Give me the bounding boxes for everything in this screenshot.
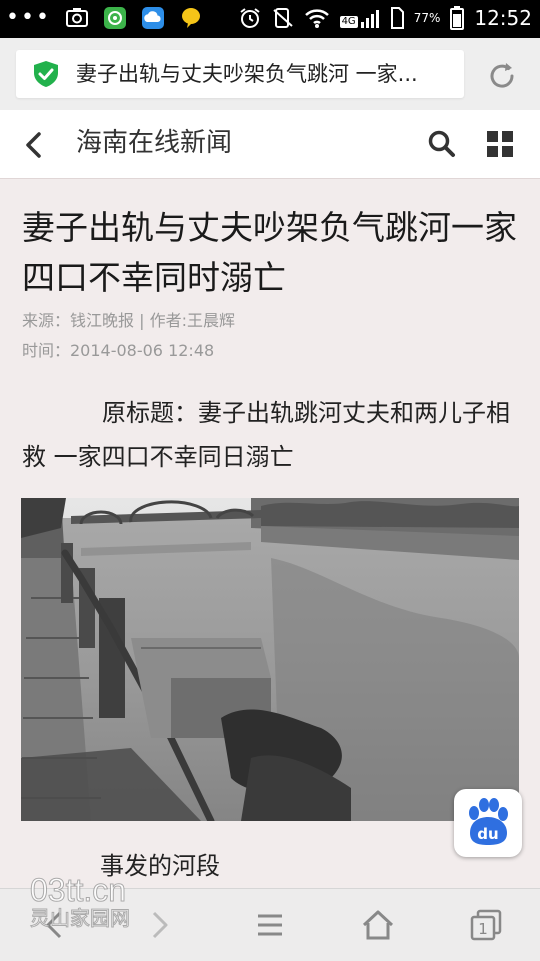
watermark-sitename: 灵山家园网 xyxy=(30,906,131,930)
site-header: 海南在线新闻 xyxy=(0,110,540,179)
cloud-app-icon xyxy=(141,7,164,29)
chat-bubble-icon xyxy=(181,8,200,28)
grid-menu-icon[interactable] xyxy=(486,130,514,158)
battery-percent: 77% xyxy=(413,11,441,25)
more-notifications-icon: ••• xyxy=(6,5,51,30)
baidu-floating-button[interactable]: du xyxy=(454,789,522,857)
svg-text:du: du xyxy=(477,825,498,843)
article-paragraph: 原标题：妻子出轨跳河丈夫和两儿子相救 一家四口不幸同日溺亡 xyxy=(22,399,510,471)
watermark: 03tt.cn 灵山家园网 xyxy=(30,872,131,930)
page-title-text: 妻子出轨与丈夫吵架负气跳河 一家... xyxy=(76,62,418,86)
status-bar: ••• 4G 77% 12:52 xyxy=(0,0,540,38)
nav-forward-icon[interactable] xyxy=(140,905,180,945)
battery-icon xyxy=(450,6,465,30)
app-notification-green-icon xyxy=(103,7,126,29)
address-field[interactable]: 妻子出轨与丈夫吵架负气跳河 一家... xyxy=(16,50,464,98)
wifi-icon xyxy=(304,9,329,28)
back-arrow-icon[interactable] xyxy=(20,130,50,160)
search-icon[interactable] xyxy=(426,128,458,160)
nav-home-icon[interactable] xyxy=(358,905,398,945)
alarm-icon xyxy=(239,8,260,28)
sim-card-icon xyxy=(390,7,404,29)
baidu-paw-icon: du xyxy=(469,798,508,845)
browser-url-bar: 妻子出轨与丈夫吵架负气跳河 一家... xyxy=(0,38,540,110)
reload-icon[interactable] xyxy=(484,58,520,94)
screenshot-icon xyxy=(65,8,88,27)
site-title: 海南在线新闻 xyxy=(76,128,233,158)
watermark-domain: 03tt.cn xyxy=(30,872,127,908)
nav-tabs-button[interactable]: 1 xyxy=(466,905,506,945)
tab-count: 1 xyxy=(478,920,488,938)
silent-mode-icon xyxy=(272,8,293,28)
security-shield-icon xyxy=(34,61,58,87)
article-headline: 妻子出轨与丈夫吵架负气跳河一家四口不幸同时溺亡 xyxy=(22,208,517,297)
clock: 12:52 xyxy=(474,6,532,30)
nav-menu-icon[interactable] xyxy=(250,905,290,945)
signal-strength-icon xyxy=(360,10,379,28)
river-photo[interactable] xyxy=(21,498,519,821)
article-source: 来源：钱江晚报 | 作者:王晨辉 xyxy=(22,311,235,330)
network-type-label: 4G xyxy=(339,16,358,28)
article-time: 时间：2014-08-06 12:48 xyxy=(22,341,215,360)
